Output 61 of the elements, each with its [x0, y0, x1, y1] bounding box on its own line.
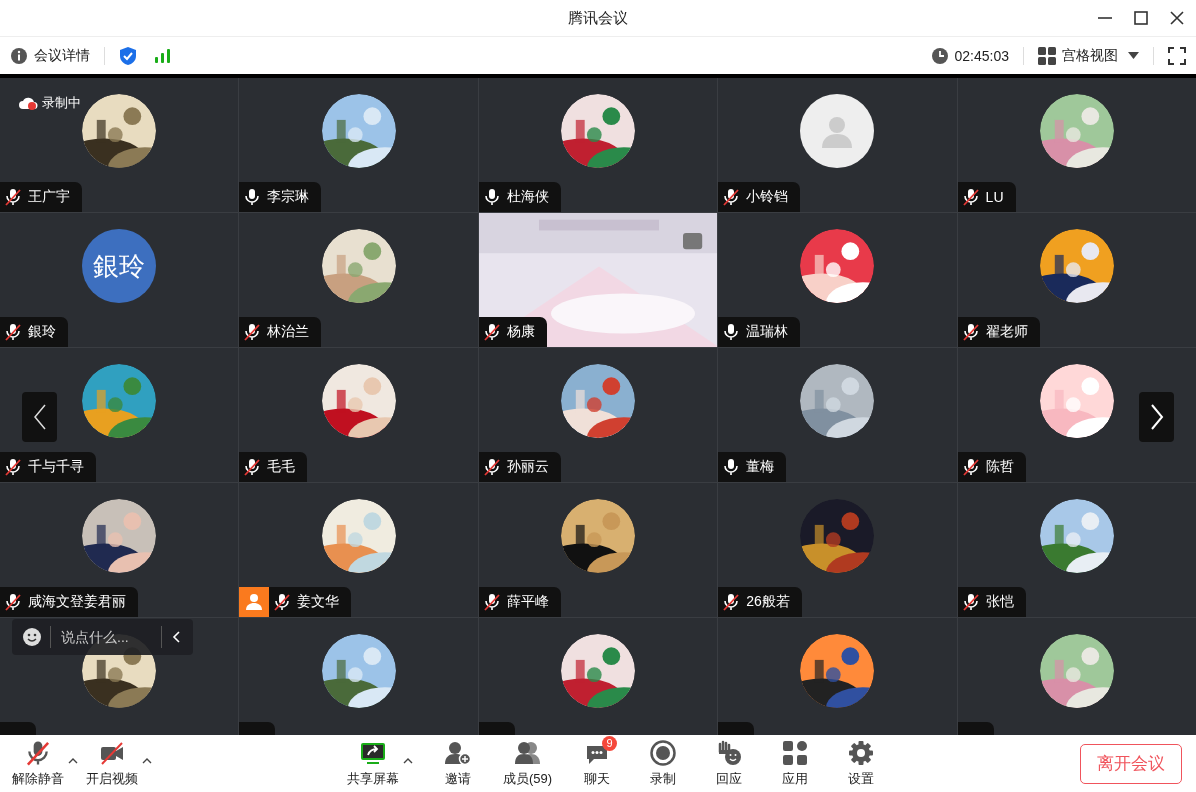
settings-icon	[848, 739, 875, 766]
chat-input[interactable]: 说点什么...	[61, 629, 161, 645]
participant-name: LU	[985, 189, 1004, 205]
participant-name: 翟老师	[985, 323, 1028, 341]
toolbar-button[interactable]: 共享屏幕	[347, 739, 399, 788]
participant-name: 咸海文登姜君丽	[28, 593, 126, 611]
participant-name: 林治兰	[267, 323, 310, 341]
add-person-icon	[445, 739, 471, 766]
people-icon	[513, 739, 542, 766]
participant-name: 毛毛	[267, 458, 296, 476]
participant-name: 26般若	[746, 593, 790, 611]
leave-meeting-button[interactable]: 离开会议	[1080, 743, 1182, 784]
clock-icon	[930, 46, 949, 65]
toolbar-button[interactable]: 应用	[774, 739, 817, 788]
participant-name: 小铃铛	[746, 188, 789, 206]
window-title: 腾讯会议	[568, 8, 628, 28]
caret-icon	[1128, 52, 1139, 59]
participant-name: 千与千寻	[28, 458, 84, 476]
shield-icon[interactable]	[119, 45, 137, 66]
text-avatar: 銀玲	[82, 229, 157, 303]
toolbar-button[interactable]: 设置	[840, 739, 883, 788]
participant-name: 张恺	[985, 593, 1014, 611]
elapsed-time: 02:45:03	[954, 47, 1009, 64]
caret-icon[interactable]	[142, 757, 152, 764]
participant-name: 董梅	[746, 458, 775, 476]
caret-icon[interactable]	[403, 757, 413, 764]
participant-name: 孙丽云	[506, 458, 549, 476]
fullscreen-icon[interactable]	[1168, 46, 1186, 65]
toolbar-button[interactable]: 回应	[708, 739, 751, 788]
next-page-button[interactable]	[1139, 392, 1174, 442]
unread-badge: 9	[602, 735, 618, 751]
chevron-right-icon	[1149, 403, 1164, 431]
toolbar-button[interactable]: 邀请	[437, 739, 479, 788]
grid-icon	[1038, 46, 1056, 65]
toolbar-button[interactable]: 开启视频	[86, 739, 138, 788]
chevron-left-icon	[32, 403, 47, 431]
view-mode-dropdown[interactable]: 宫格视图	[1038, 46, 1139, 65]
recording-label: 录制中	[42, 94, 81, 112]
participant-name: 李宗琳	[267, 188, 310, 206]
toolbar-button[interactable]: 录制	[642, 739, 685, 788]
participant-name: 銀玲	[28, 323, 56, 341]
meeting-details-button[interactable]: 会议详情	[10, 46, 90, 65]
participant-name: 王广宇	[28, 188, 70, 206]
chevron-left-icon	[172, 631, 180, 643]
record-icon	[650, 739, 677, 766]
participant-name: 陈哲	[985, 458, 1014, 476]
participant-name: 姜文华	[297, 593, 340, 611]
emoji-icon[interactable]	[22, 627, 42, 647]
signal-icon[interactable]	[155, 48, 171, 63]
toolbar-button[interactable]: 解除静音	[12, 739, 64, 788]
participant-name: 杨康	[506, 323, 535, 341]
recording-icon	[18, 95, 38, 111]
info-icon	[10, 46, 28, 65]
participant-name: 温瑞林	[746, 323, 789, 341]
previous-page-button[interactable]	[22, 392, 57, 442]
participant-name: 薛平峰	[506, 593, 549, 611]
apps-grid-icon	[782, 739, 809, 766]
toolbar-button[interactable]: 成员(59)	[503, 739, 553, 788]
participant-name: 杜海侠	[506, 188, 549, 206]
caret-icon[interactable]	[68, 757, 78, 764]
raised-hand-icon	[716, 739, 743, 766]
